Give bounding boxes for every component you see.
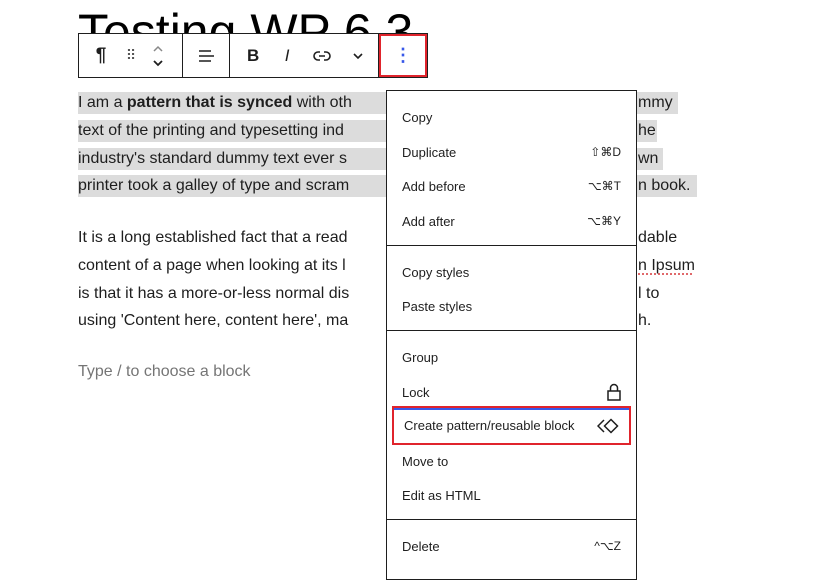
menu-item-copy[interactable]: Copy xyxy=(394,100,629,134)
menu-item-copy-styles[interactable]: Copy styles xyxy=(394,255,629,289)
paragraph-1-line[interactable]: I am a pattern that is synced with oth xyxy=(78,92,352,114)
menu-item-label: Lock xyxy=(402,385,429,400)
link-icon[interactable] xyxy=(298,34,346,77)
align-group xyxy=(183,34,230,77)
paragraph-1-line[interactable]: printer took a galley of type and scram xyxy=(78,175,349,197)
options-group: ⋮ xyxy=(379,34,427,77)
paragraph-2-line[interactable]: using 'Content here, content here', ma xyxy=(78,310,348,332)
menu-item-label: Edit as HTML xyxy=(402,488,481,503)
menu-item-label: Group xyxy=(402,350,438,365)
paragraph-1-line[interactable]: text of the printing and typesetting ind xyxy=(78,120,344,142)
more-options-button[interactable]: ⋮ xyxy=(379,34,427,77)
drag-handle-icon[interactable]: ⠿ xyxy=(123,34,139,77)
menu-item-label: Create pattern/reusable block xyxy=(404,418,575,433)
paragraph-1-line-end: wn xyxy=(638,148,658,170)
menu-item-create-pattern[interactable]: Create pattern/reusable block xyxy=(392,406,631,445)
paragraph-2-line[interactable]: It is a long established fact that a rea… xyxy=(78,227,348,249)
align-left-icon[interactable] xyxy=(183,34,229,77)
reusable-block-icon xyxy=(597,418,619,434)
block-toolbar: ¶ ⠿ B I ⋮ xyxy=(78,33,428,78)
menu-item-label: Add after xyxy=(402,214,455,229)
block-appender-placeholder[interactable]: Type / to choose a block xyxy=(78,361,251,383)
menu-item-add-after[interactable]: Add after ⌥⌘Y xyxy=(394,204,629,238)
formatting-group: B I xyxy=(230,34,379,77)
menu-item-label: Move to xyxy=(402,454,448,469)
move-up-down-icon[interactable] xyxy=(139,34,177,77)
menu-item-label: Paste styles xyxy=(402,299,472,314)
paragraph-2-line-end: l to xyxy=(638,283,659,305)
menu-divider xyxy=(387,519,636,520)
paragraph-2-line-end: h. xyxy=(638,310,651,332)
paragraph-1-line[interactable]: industry's standard dummy text ever s xyxy=(78,148,347,170)
menu-item-label: Delete xyxy=(402,539,440,554)
paragraph-2-line[interactable]: content of a page when looking at its l xyxy=(78,255,346,277)
paragraph-2-line-end: dable xyxy=(638,227,677,249)
shortcut: ^⌥Z xyxy=(594,539,621,553)
menu-item-label: Add before xyxy=(402,179,466,194)
menu-item-add-before[interactable]: Add before ⌥⌘T xyxy=(394,169,629,203)
menu-item-label: Copy xyxy=(402,110,432,125)
menu-item-lock[interactable]: Lock xyxy=(394,375,629,409)
paragraph-2-line[interactable]: is that it has a more-or-less normal dis xyxy=(78,283,349,305)
paragraph-block-icon[interactable]: ¶ xyxy=(79,34,123,77)
menu-item-duplicate[interactable]: Duplicate ⇧⌘D xyxy=(394,135,629,169)
menu-divider xyxy=(387,245,636,246)
italic-button[interactable]: I xyxy=(276,34,298,77)
menu-item-label: Duplicate xyxy=(402,145,456,160)
menu-item-group[interactable]: Group xyxy=(394,340,629,374)
paragraph-1-line-end: he xyxy=(638,120,656,142)
block-controls-group: ¶ ⠿ xyxy=(79,34,183,77)
menu-item-paste-styles[interactable]: Paste styles xyxy=(394,289,629,323)
shortcut: ⌥⌘Y xyxy=(587,214,621,228)
menu-item-label: Copy styles xyxy=(402,265,469,280)
paragraph-1-line-end: mmy xyxy=(638,92,673,114)
menu-item-move-to[interactable]: Move to xyxy=(394,444,629,478)
chevron-down-icon[interactable] xyxy=(346,34,370,77)
block-options-menu: Copy Duplicate ⇧⌘D Add before ⌥⌘T Add afte… xyxy=(386,90,637,580)
menu-divider xyxy=(387,330,636,331)
paragraph-1-line-end: n book. xyxy=(638,175,690,197)
menu-item-delete[interactable]: Delete ^⌥Z xyxy=(394,529,629,563)
lock-icon xyxy=(607,383,621,401)
menu-item-edit-as-html[interactable]: Edit as HTML xyxy=(394,478,629,512)
bold-button[interactable]: B xyxy=(230,34,276,77)
paragraph-2-line-end: n Ipsum xyxy=(638,255,695,277)
shortcut: ⌥⌘T xyxy=(588,179,621,193)
shortcut: ⇧⌘D xyxy=(590,145,621,159)
